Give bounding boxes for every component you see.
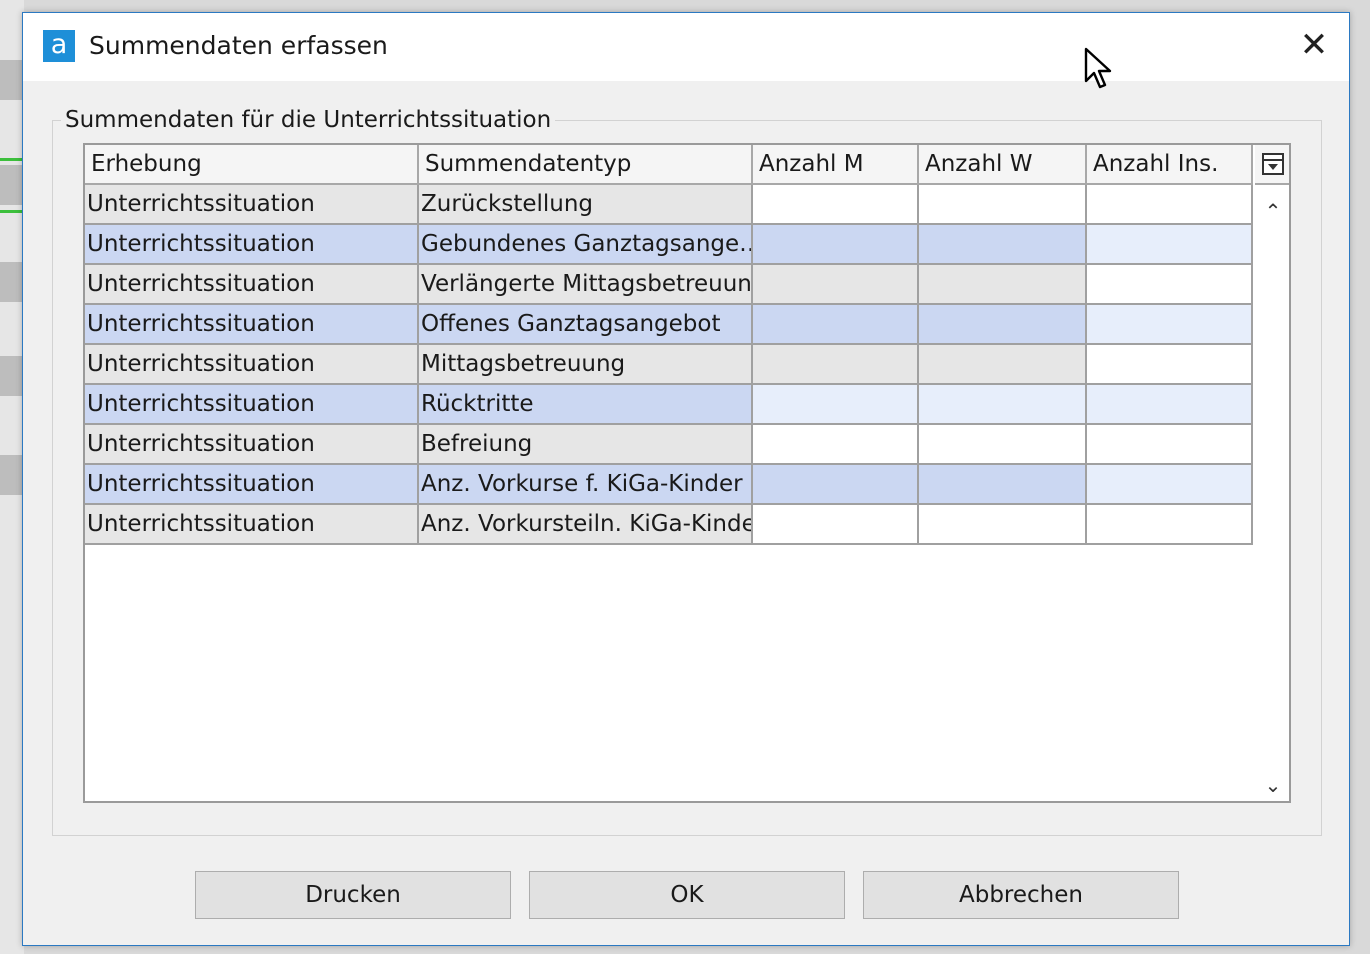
cell-summendatentyp: Befreiung: [419, 425, 753, 465]
cell-anzahl-ins[interactable]: [1087, 265, 1253, 305]
table-row[interactable]: Unterrichtssituation Anz. Vorkursteiln. K…: [85, 505, 1253, 545]
cell-anzahl-ins[interactable]: [1087, 465, 1253, 505]
table-row[interactable]: Unterrichtssituation Zurückstellung: [85, 185, 1253, 225]
background-window: [0, 0, 24, 954]
app-logo-icon: a: [43, 30, 75, 62]
cell-anzahl-w: [919, 225, 1087, 265]
cell-summendatentyp: Mittagsbetreuung: [419, 345, 753, 385]
cell-anzahl-w[interactable]: [919, 185, 1087, 225]
cell-summendatentyp: Rücktritte: [419, 385, 753, 425]
column-header-anzahl-m[interactable]: Anzahl M: [753, 145, 919, 185]
column-chooser-button[interactable]: [1255, 145, 1289, 185]
cell-erhebung: Unterrichtssituation: [85, 505, 419, 545]
cell-summendatentyp: Zurückstellung: [419, 185, 753, 225]
summendaten-table: Erhebung Summendatentyp Anzahl M Anzahl …: [83, 143, 1291, 803]
dialog-title: Summendaten erfassen: [89, 31, 388, 60]
cell-erhebung: Unterrichtssituation: [85, 305, 419, 345]
cell-erhebung: Unterrichtssituation: [85, 185, 419, 225]
cell-anzahl-m[interactable]: [753, 425, 919, 465]
cell-anzahl-m: [753, 265, 919, 305]
mouse-cursor-icon: [1084, 47, 1112, 89]
cell-erhebung: Unterrichtssituation: [85, 345, 419, 385]
table-header: Erhebung Summendatentyp Anzahl M Anzahl …: [85, 145, 1289, 185]
ok-button[interactable]: OK: [529, 871, 845, 919]
cell-anzahl-w: [919, 265, 1087, 305]
title-bar[interactable]: a Summendaten erfassen ✕: [23, 13, 1349, 81]
cell-anzahl-w[interactable]: [919, 425, 1087, 465]
cell-anzahl-m: [753, 465, 919, 505]
group-label: Summendaten für die Unterrichtssituation: [61, 107, 556, 133]
cell-summendatentyp: Verlängerte Mittagsbetreuung: [419, 265, 753, 305]
column-header-anzahl-ins[interactable]: Anzahl Ins.: [1087, 145, 1253, 185]
cell-anzahl-ins[interactable]: [1087, 425, 1253, 465]
table-row[interactable]: Unterrichtssituation Gebundenes Ganztagsa…: [85, 225, 1253, 265]
cell-anzahl-ins[interactable]: [1087, 505, 1253, 545]
column-header-summendatentyp[interactable]: Summendatentyp: [419, 145, 753, 185]
cancel-button[interactable]: Abbrechen: [863, 871, 1179, 919]
cell-anzahl-w: [919, 465, 1087, 505]
background-fragment: [0, 165, 24, 205]
cell-anzahl-m: [753, 305, 919, 345]
background-fragment: [0, 60, 24, 100]
table-row[interactable]: Unterrichtssituation Verlängerte Mittagsb…: [85, 265, 1253, 305]
background-fragment: [0, 356, 24, 396]
column-header-anzahl-w[interactable]: Anzahl W: [919, 145, 1087, 185]
cell-anzahl-ins[interactable]: [1087, 385, 1253, 425]
column-chooser-icon: [1262, 153, 1284, 175]
cell-anzahl-m[interactable]: [753, 505, 919, 545]
cell-erhebung: Unterrichtssituation: [85, 385, 419, 425]
print-button[interactable]: Drucken: [195, 871, 511, 919]
cell-erhebung: Unterrichtssituation: [85, 265, 419, 305]
background-fragment: [0, 455, 24, 495]
close-icon[interactable]: ✕: [1291, 23, 1337, 69]
cell-anzahl-ins[interactable]: [1087, 185, 1253, 225]
chevron-down-icon[interactable]: ⌄: [1259, 771, 1287, 799]
background-accent: [0, 210, 24, 213]
cell-anzahl-w[interactable]: [919, 505, 1087, 545]
cell-anzahl-ins[interactable]: [1087, 345, 1253, 385]
chevron-up-icon[interactable]: ⌃: [1259, 197, 1287, 225]
cell-summendatentyp: Gebundenes Ganztagsange…: [419, 225, 753, 265]
table-row[interactable]: Unterrichtssituation Offenes Ganztagsange…: [85, 305, 1253, 345]
cell-erhebung: Unterrichtssituation: [85, 425, 419, 465]
cell-summendatentyp: Anz. Vorkursteiln. KiGa-Kinder: [419, 505, 753, 545]
cell-anzahl-w: [919, 305, 1087, 345]
summendaten-dialog: a Summendaten erfassen ✕ Summendaten für…: [22, 12, 1350, 946]
cell-anzahl-w: [919, 345, 1087, 385]
cell-anzahl-m: [753, 345, 919, 385]
table-row[interactable]: Unterrichtssituation Rücktritte: [85, 385, 1253, 425]
column-header-erhebung[interactable]: Erhebung: [85, 145, 419, 185]
cell-anzahl-w[interactable]: [919, 385, 1087, 425]
background-fragment: [0, 262, 24, 302]
cell-anzahl-m: [753, 225, 919, 265]
table-row[interactable]: Unterrichtssituation Befreiung: [85, 425, 1253, 465]
cell-anzahl-ins[interactable]: [1087, 305, 1253, 345]
cell-erhebung: Unterrichtssituation: [85, 225, 419, 265]
cell-summendatentyp: Anz. Vorkurse f. KiGa-Kinder: [419, 465, 753, 505]
table-row[interactable]: Unterrichtssituation Anz. Vorkurse f. KiG…: [85, 465, 1253, 505]
table-row[interactable]: Unterrichtssituation Mittagsbetreuung: [85, 345, 1253, 385]
cell-erhebung: Unterrichtssituation: [85, 465, 419, 505]
cell-anzahl-m[interactable]: [753, 185, 919, 225]
cell-summendatentyp: Offenes Ganztagsangebot: [419, 305, 753, 345]
background-accent: [0, 158, 24, 161]
cell-anzahl-m[interactable]: [753, 385, 919, 425]
cell-anzahl-ins[interactable]: [1087, 225, 1253, 265]
